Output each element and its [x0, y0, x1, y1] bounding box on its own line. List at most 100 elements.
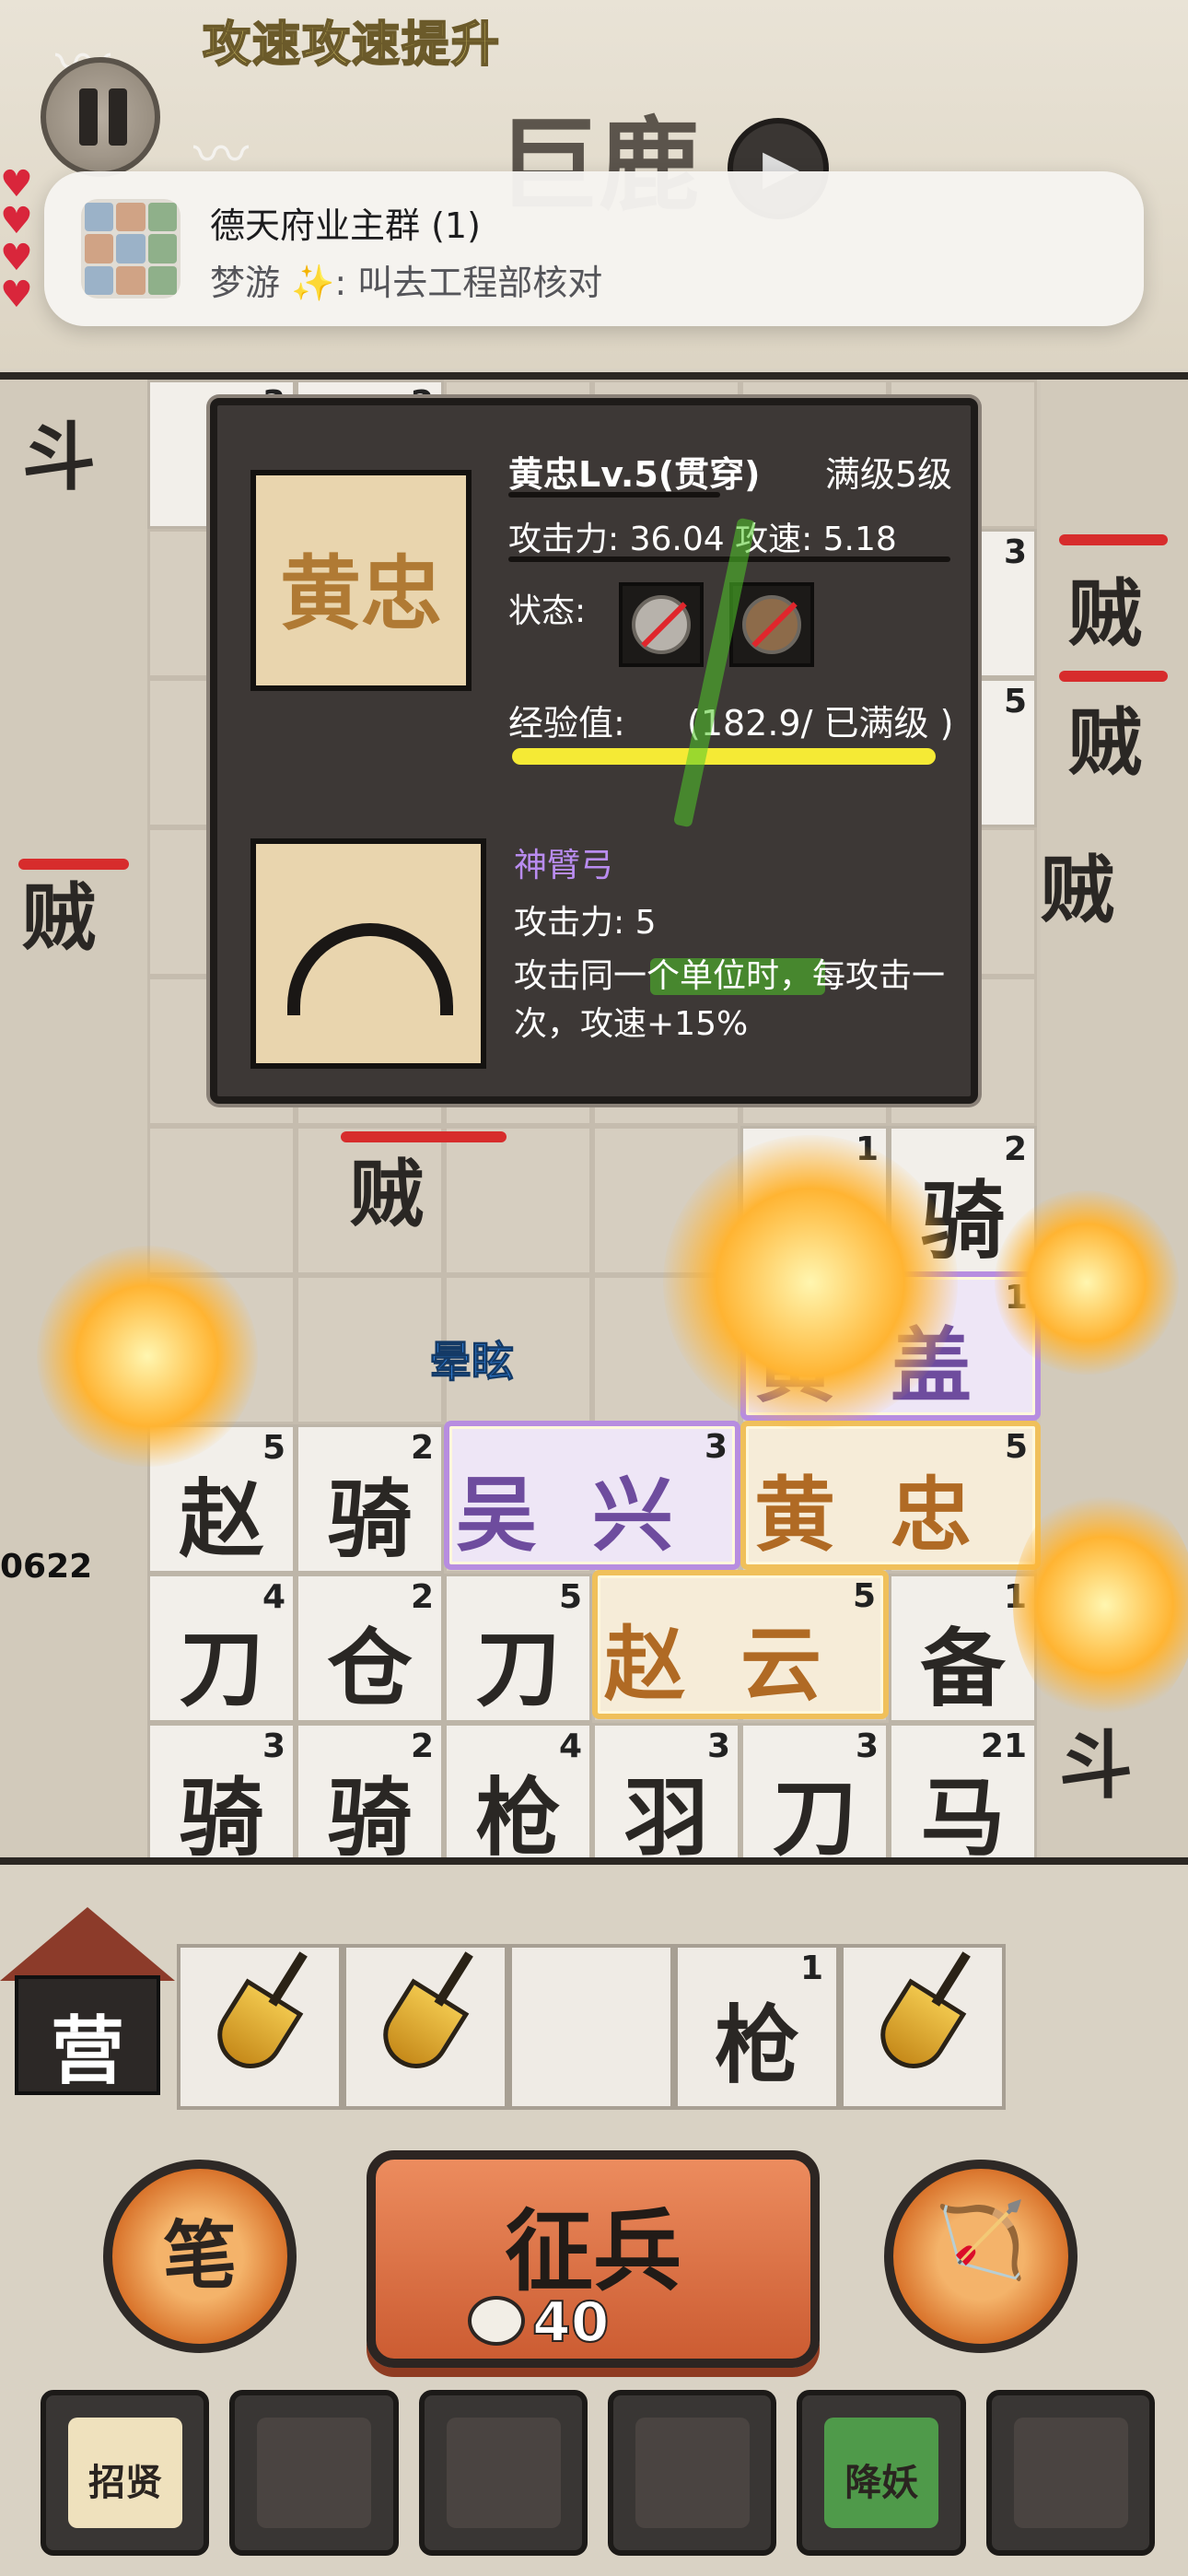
unit-glyph: 仓 — [327, 1619, 413, 1718]
enemy-hp-bar — [1059, 671, 1168, 682]
exp-bar-fill — [512, 748, 936, 765]
unit-level: 21 — [980, 1727, 1027, 1765]
recruit-label: 征兵 — [505, 2200, 681, 2303]
attack-speed-up-icon[interactable] — [729, 582, 814, 667]
meteor-icon — [1013, 2418, 1128, 2528]
enemy-unit[interactable]: 贼 — [1041, 831, 1114, 938]
heart-icon: ♥ — [0, 237, 33, 279]
hero-level: 3 — [704, 1428, 728, 1466]
brush-button[interactable]: 笔 — [103, 2160, 297, 2353]
weapon-description: 攻击同一个单位时，每攻击一次，攻速+15% — [514, 957, 946, 1043]
board-tile[interactable]: 骑3 — [147, 1723, 296, 1857]
unit-level: 2 — [410, 1429, 434, 1467]
board-tile[interactable]: 骑2 — [296, 1424, 444, 1574]
unit-level: 4 — [262, 1578, 285, 1616]
recruit-cost: 40 — [531, 2289, 610, 2356]
unit-level: 5 — [558, 1578, 582, 1616]
hero-level: 5 — [1004, 1428, 1028, 1466]
armor-break-icon[interactable] — [619, 582, 704, 667]
bench-slot[interactable] — [508, 1944, 674, 2110]
buff-banner: 攻速攻速提升 — [202, 17, 502, 74]
exp-value: (182.9/ 已满级 ) — [687, 703, 954, 744]
board-tile[interactable]: 枪4 — [444, 1723, 592, 1857]
skill-label: 招贤 — [88, 2462, 162, 2504]
heart-icon: ♥ — [0, 200, 33, 242]
lives-hearts: ♥ ♥ ♥ ♥ — [0, 166, 50, 350]
unit-glyph: 赵 — [179, 1469, 264, 1569]
blade-icon — [446, 2418, 561, 2528]
hero-tile-zhaoyun[interactable]: 赵云 5 — [592, 1570, 889, 1719]
hero-stats: 攻击力: 36.04 攻速: 5.18 — [508, 521, 897, 558]
unit-level: 3 — [855, 1727, 879, 1765]
hero-info-panel: 黄忠 黄忠Lv.5(贯穿) 满级5级 攻击力: 36.04 攻速: 5.18 状… — [210, 398, 978, 1104]
exp-bar — [512, 748, 936, 765]
weapon-name: 神臂弓 — [514, 847, 614, 884]
skill-bar: 招贤 降妖 — [41, 2390, 1155, 2556]
portrait-name: 黄忠 — [279, 545, 442, 641]
damage-number: 0622 — [0, 1548, 93, 1586]
pause-button[interactable] — [41, 57, 160, 177]
camp-label: 营 — [51, 2008, 124, 2094]
enemy-unit[interactable]: 贼 — [350, 1135, 424, 1242]
hero-tile-wuxing[interactable]: 吴兴 3 — [444, 1421, 740, 1570]
hero-title: 黄忠Lv.5(贯穿) — [508, 454, 761, 495]
unit-level: 2 — [410, 1727, 434, 1765]
skill-button[interactable] — [985, 2390, 1155, 2556]
bench-slot[interactable] — [343, 1944, 508, 2110]
shovel-icon — [868, 1978, 967, 2081]
subdue-demon-icon: 降妖 — [824, 2418, 939, 2528]
weapon-slot[interactable] — [250, 838, 486, 1069]
camp-body: 营 — [15, 1975, 160, 2095]
recruit-button[interactable]: 征兵 40 — [367, 2150, 820, 2368]
skill-button[interactable] — [418, 2390, 588, 2556]
unit-level: 2 — [410, 1578, 434, 1616]
bow-skill-button[interactable]: 🏹 — [884, 2160, 1077, 2353]
skill-button[interactable] — [607, 2390, 777, 2556]
message-notification[interactable]: 德天府业主群 (1) 梦游 ✨: 叫去工程部核对 — [44, 171, 1144, 326]
unit-glyph: 骑 — [327, 1469, 413, 1569]
unit-level: 3 — [1003, 533, 1027, 571]
scroll-icon: 招贤 — [68, 2418, 182, 2528]
unit-glyph: 马 — [920, 1768, 1006, 1865]
camp-button[interactable]: 营 — [0, 1898, 175, 2101]
skill-button[interactable]: 招贤 — [41, 2390, 210, 2556]
weapon-attack: 攻击力: 5 — [514, 904, 657, 942]
notification-body: 梦游 ✨: 叫去工程部核对 — [210, 263, 603, 303]
bench-slot[interactable]: 枪1 — [674, 1944, 840, 2110]
shovel-icon — [370, 1978, 470, 2081]
bow-icon — [287, 923, 453, 1015]
board-tile[interactable]: 马 21 — [889, 1723, 1037, 1865]
bench-slot[interactable] — [177, 1944, 343, 2110]
enemy-unit[interactable]: 贼 — [22, 859, 96, 966]
board-tile[interactable]: 骑2 — [296, 1723, 444, 1857]
hero-tile-huangzhong[interactable]: 黄忠 5 — [740, 1421, 1041, 1570]
status-label: 状态: — [508, 592, 587, 630]
board-tile[interactable]: 刀5 — [444, 1574, 592, 1723]
board-tile[interactable]: 刀3 — [740, 1723, 889, 1865]
unit-level: 3 — [706, 1727, 730, 1765]
group-avatar — [81, 199, 181, 299]
enemy-lane-left — [0, 380, 147, 1857]
enemy-unit[interactable]: 斗 — [22, 398, 96, 505]
notification-title: 德天府业主群 (1) — [210, 205, 481, 246]
enemy-unit[interactable]: 贼 — [1068, 555, 1142, 662]
board-tile[interactable] — [444, 1126, 592, 1275]
board-tile[interactable]: 羽3 — [592, 1723, 740, 1865]
unit-glyph: 刀 — [772, 1768, 857, 1865]
brush-label: 笔 — [163, 2212, 237, 2299]
skill-button[interactable]: 降妖 — [797, 2390, 966, 2556]
board-tile[interactable]: 刀4 — [147, 1574, 296, 1723]
skill-label: 降妖 — [844, 2462, 919, 2504]
enemy-unit[interactable]: 贼 — [1068, 684, 1142, 790]
unit-level: 4 — [558, 1727, 582, 1765]
skill-button[interactable] — [229, 2390, 399, 2556]
unit-glyph: 羽 — [623, 1768, 709, 1865]
title-underline — [508, 492, 720, 498]
board-tile[interactable]: 仓2 — [296, 1574, 444, 1723]
enemy-hp-bar — [18, 859, 129, 870]
bench-slot[interactable] — [840, 1944, 1006, 2110]
hero-portrait: 黄忠 — [250, 470, 472, 691]
shovel-icon — [204, 1978, 304, 2081]
board-tile[interactable] — [296, 1275, 444, 1424]
fire-effect — [663, 1135, 958, 1430]
